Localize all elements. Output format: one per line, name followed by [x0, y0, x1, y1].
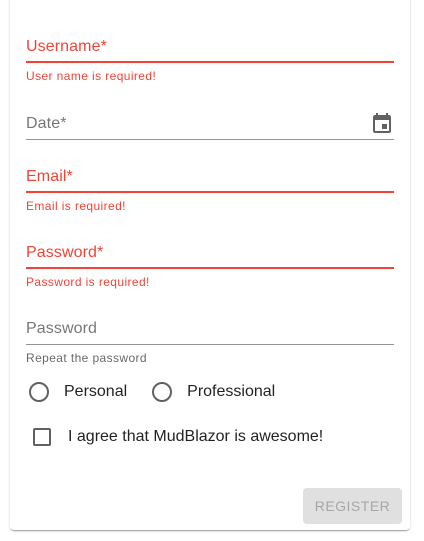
username-field[interactable]: Username* User name is required!	[26, 37, 394, 87]
password-underline	[26, 267, 394, 269]
radio-professional[interactable]: Professional	[149, 382, 275, 402]
username-underline	[26, 61, 394, 63]
repeat-password-label: Password	[26, 320, 98, 337]
date-underline	[26, 139, 394, 140]
email-field[interactable]: Email* Email is required!	[26, 167, 394, 217]
calendar-icon[interactable]	[370, 112, 394, 136]
email-error-text: Email is required!	[26, 199, 126, 213]
agree-checkbox[interactable]: I agree that MudBlazor is awesome!	[33, 428, 323, 446]
repeat-password-field[interactable]: Password Repeat the password	[26, 319, 394, 369]
username-label: Username*	[26, 38, 107, 55]
account-type-radio-group: Personal Professional	[26, 378, 297, 406]
repeat-password-helper-text: Repeat the password	[26, 351, 148, 365]
password-field[interactable]: Password* Password is required!	[26, 243, 394, 293]
date-label: Date*	[26, 115, 67, 132]
checkbox-unchecked-icon[interactable]	[33, 428, 51, 446]
agree-checkbox-label: I agree that MudBlazor is awesome!	[68, 428, 324, 445]
radio-unchecked-icon[interactable]	[29, 382, 49, 402]
radio-personal[interactable]: Personal	[26, 382, 127, 402]
date-field[interactable]: Date*	[26, 112, 394, 142]
repeat-password-underline	[26, 344, 394, 345]
username-error-text: User name is required!	[26, 69, 157, 83]
radio-unchecked-icon[interactable]	[152, 382, 173, 402]
radio-personal-label: Personal	[64, 383, 128, 400]
register-button[interactable]: Register	[303, 488, 402, 524]
email-label: Email*	[26, 168, 73, 185]
password-error-text: Password is required!	[26, 275, 150, 289]
email-underline	[26, 191, 394, 193]
password-label: Password*	[26, 244, 104, 261]
radio-professional-label: Professional	[187, 383, 276, 400]
